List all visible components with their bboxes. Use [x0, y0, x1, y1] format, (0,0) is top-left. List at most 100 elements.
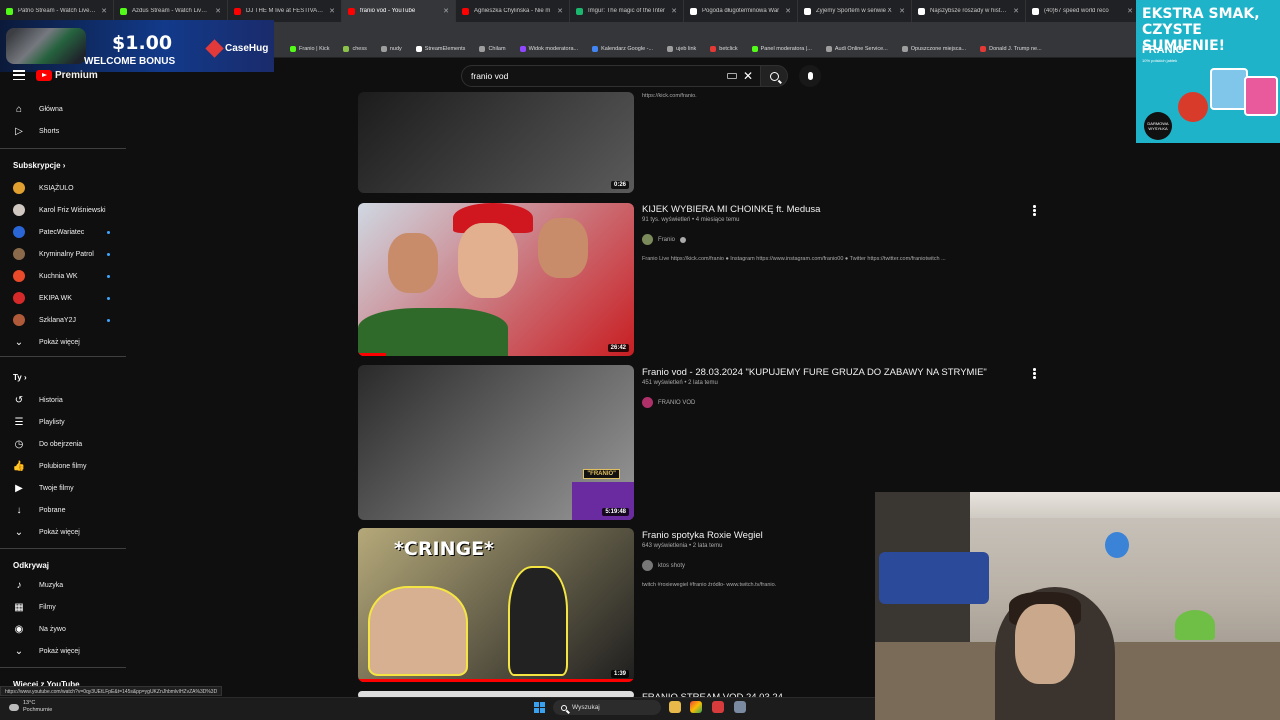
- tab-title: Imgur: The magic of the Inter: [588, 8, 665, 14]
- video-duration: 26:42: [607, 344, 629, 352]
- sidebar-item[interactable]: ⌂ Główna: [0, 99, 128, 119]
- bookmark-item[interactable]: StreamElements: [415, 45, 465, 52]
- sidebar-item[interactable]: ⌄ Pokaż więcej: [0, 641, 128, 661]
- bookmark-item[interactable]: Panel moderatora |...: [751, 45, 812, 52]
- search-box[interactable]: franio vod ✕: [461, 65, 761, 87]
- windows-start-icon[interactable]: [534, 702, 545, 713]
- channel-avatar: [642, 397, 653, 408]
- browser-tab[interactable]: Azdus Stream - Watch Live on ✕: [114, 0, 228, 22]
- sidebar-item-label: Polubione filmy: [39, 462, 87, 470]
- youtube-logo[interactable]: Premium: [36, 70, 98, 81]
- channel-link[interactable]: Franio: [642, 234, 687, 245]
- voice-search-button[interactable]: [799, 65, 821, 87]
- clear-search-icon[interactable]: ✕: [743, 69, 753, 83]
- browser-tab[interactable]: franio vod - YouTube ✕: [342, 0, 456, 22]
- chrome-icon[interactable]: [690, 701, 702, 713]
- bookmark-item[interactable]: Chilam: [479, 45, 506, 52]
- close-tab-icon[interactable]: ✕: [1127, 7, 1133, 15]
- video-thumbnail[interactable]: 26:42: [358, 203, 634, 356]
- bookmark-favicon-icon: [980, 45, 987, 52]
- sidebar-item[interactable]: EKIPA WK: [0, 288, 128, 308]
- browser-tab[interactable]: Pogoda długoterminowa War ✕: [684, 0, 798, 22]
- browser-tab[interactable]: Patrio Stream - Watch Live on ✕: [0, 0, 114, 22]
- channel-avatar: [642, 234, 653, 245]
- close-tab-icon[interactable]: ✕: [557, 7, 563, 15]
- browser-tab[interactable]: (40)67 speed world reco ✕: [1026, 0, 1140, 22]
- live-indicator: [107, 230, 110, 234]
- sidebar-item[interactable]: Kuchnia WK: [0, 266, 128, 286]
- sidebar-item[interactable]: Karol Friz Wiśniewski: [0, 200, 128, 220]
- watch-later-icon: ◷: [14, 438, 24, 450]
- bookmark-item[interactable]: nudy: [380, 45, 402, 52]
- sidebar-item-label: Pokaż więcej: [39, 528, 80, 536]
- sidebar-item[interactable]: ▦ Filmy: [0, 597, 128, 617]
- sidebar-item[interactable]: PatecWariatec: [0, 222, 128, 242]
- video-thumbnail[interactable]: "FRANIO" 5:19:48: [358, 365, 634, 520]
- sidebar-section-header[interactable]: Odkrywaj: [13, 561, 49, 570]
- search-button[interactable]: [760, 65, 788, 87]
- sidebar-item[interactable]: ▷ Shorts: [0, 121, 128, 141]
- bookmark-item[interactable]: Widok moderatora...: [519, 45, 578, 52]
- close-tab-icon[interactable]: ✕: [899, 7, 905, 15]
- search-input[interactable]: franio vod: [471, 71, 721, 81]
- bookmark-item[interactable]: Kalendarz Google -...: [592, 45, 653, 52]
- channel-link[interactable]: FRANIO VOD: [642, 397, 695, 408]
- channel-avatar: [13, 248, 25, 260]
- video-thumbnail[interactable]: 0:26: [358, 92, 634, 193]
- more-options-icon[interactable]: [1033, 368, 1036, 379]
- settings-icon[interactable]: [734, 701, 746, 713]
- mushroom-plush: [1175, 610, 1215, 640]
- youtube-logo-text: Premium: [55, 70, 98, 81]
- sidebar-item[interactable]: ☰ Playlisty: [0, 412, 128, 432]
- sidebar-item[interactable]: ♪ Muzyka: [0, 575, 128, 595]
- sidebar-item[interactable]: ↓ Pobrane: [0, 500, 128, 520]
- close-tab-icon[interactable]: ✕: [671, 7, 677, 15]
- bookmark-item[interactable]: Audi Online Service...: [825, 45, 888, 52]
- bookmark-item[interactable]: Donald J. Trump ne...: [980, 45, 1042, 52]
- franio-ice-cream-ad[interactable]: EKSTRA SMAK, CZYSTE SUMIENIE! FRANIO 10%…: [1136, 0, 1280, 143]
- sidebar-item[interactable]: Kryminalny Patrol: [0, 244, 128, 264]
- sidebar-item[interactable]: ◷ Do obejrzenia: [0, 434, 128, 454]
- browser-tab[interactable]: Imgur: The magic of the Inter ✕: [570, 0, 684, 22]
- bookmark-item[interactable]: Franio | Kick: [290, 45, 329, 52]
- close-tab-icon[interactable]: ✕: [1013, 7, 1019, 15]
- bookmark-label: Audi Online Service...: [834, 45, 888, 52]
- sidebar-section-header[interactable]: Ty ›: [13, 373, 27, 382]
- bookmark-item[interactable]: betclick: [710, 45, 738, 52]
- taskbar-search[interactable]: Wyszukaj: [553, 700, 661, 715]
- bookmark-item[interactable]: chess: [343, 45, 367, 52]
- casehug-ad-banner[interactable]: $1.00 WELCOME BONUS CaseHug: [0, 20, 274, 72]
- file-explorer-icon[interactable]: [669, 701, 681, 713]
- bookmark-item[interactable]: ujeb link: [667, 45, 696, 52]
- close-tab-icon[interactable]: ✕: [785, 7, 791, 15]
- video-title[interactable]: Franio spotyka Roxie Wegiel: [642, 530, 763, 541]
- browser-tab[interactable]: Najszybsze roszady w historii ✕: [912, 0, 1026, 22]
- bookmark-item[interactable]: Opuszczone miejsca...: [901, 45, 966, 52]
- close-tab-icon[interactable]: ✕: [101, 7, 107, 15]
- sidebar-item[interactable]: ◉ Na żywo: [0, 619, 128, 639]
- browser-tab[interactable]: Żyjemy Sportem w senwie X ✕: [798, 0, 912, 22]
- close-tab-icon[interactable]: ✕: [215, 7, 221, 15]
- keyboard-icon[interactable]: [726, 73, 737, 79]
- sidebar-item[interactable]: ⌄ Pokaż więcej: [0, 522, 128, 542]
- sidebar-item[interactable]: KSIĄŻULO: [0, 178, 128, 198]
- video-title[interactable]: KIJEK WYBIERA MI CHOINKĘ ft. Medusa: [642, 204, 820, 215]
- video-duration: 5:19:48: [602, 508, 629, 516]
- sidebar-item[interactable]: ⌄ Pokaż więcej: [0, 332, 128, 352]
- close-tab-icon[interactable]: ✕: [329, 7, 335, 15]
- menu-icon[interactable]: [13, 70, 25, 80]
- sidebar-section-header[interactable]: Subskrypcje ›: [13, 161, 65, 170]
- sidebar-item[interactable]: 👍 Polubione filmy: [0, 456, 128, 476]
- video-thumbnail[interactable]: *CRINGE* 1:39: [358, 528, 634, 682]
- browser-tab[interactable]: Agnieszka Chylińska - Nie m ✕: [456, 0, 570, 22]
- channel-link[interactable]: ktos shoty: [642, 560, 685, 571]
- weather-widget[interactable]: 13°C Pochmurnie: [9, 700, 52, 714]
- more-options-icon[interactable]: [1033, 205, 1036, 216]
- app-icon[interactable]: [712, 701, 724, 713]
- close-tab-icon[interactable]: ✕: [443, 7, 449, 15]
- browser-tab[interactable]: DJ THE M live at FESTIVALAN ✕: [228, 0, 342, 22]
- sidebar-item[interactable]: SzklanaY2J: [0, 310, 128, 330]
- sidebar-item[interactable]: ▶ Twoje filmy: [0, 478, 128, 498]
- video-title[interactable]: Franio vod - 28.03.2024 "KUPUJEMY FURE G…: [642, 367, 987, 378]
- sidebar-item[interactable]: ↺ Historia: [0, 390, 128, 410]
